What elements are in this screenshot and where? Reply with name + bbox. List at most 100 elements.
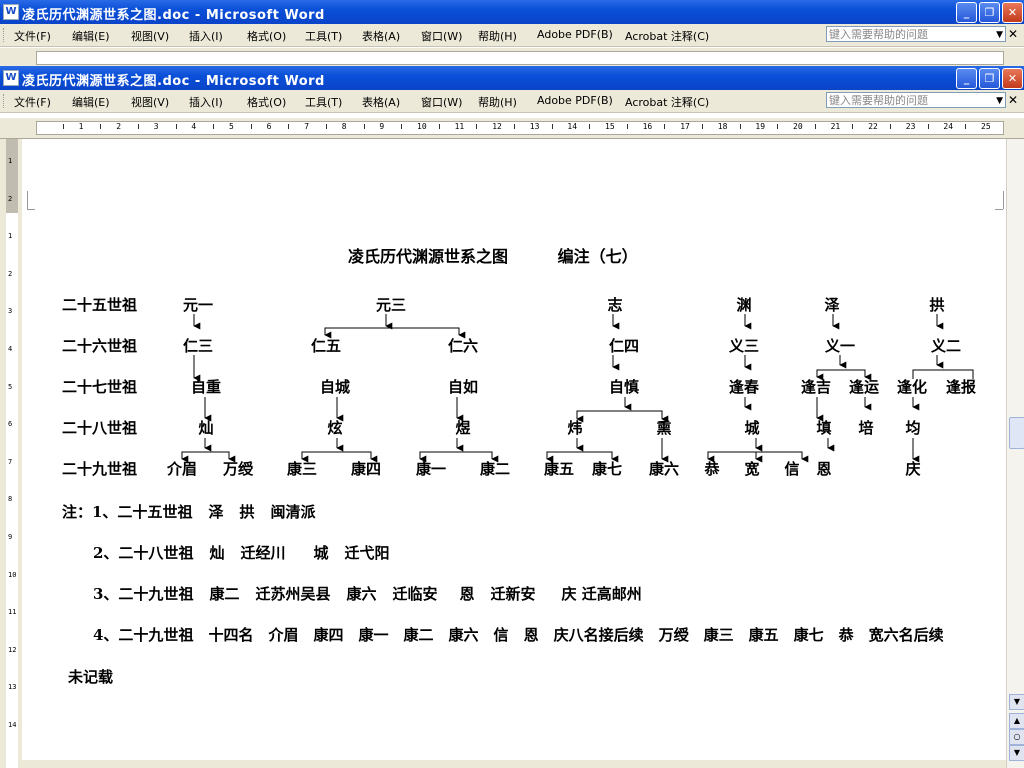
node-yuan: 渊 xyxy=(736,296,751,314)
menu-tools[interactable]: 工具(T) xyxy=(305,28,342,44)
chevron-down-icon[interactable]: ▼ xyxy=(996,93,1003,109)
menu-edit[interactable]: 编辑(E) xyxy=(72,28,110,44)
ruler-strip[interactable] xyxy=(36,51,1004,65)
vertical-ruler[interactable]: 1 2 1 2 3 4 5 6 7 8 9 10 11 12 13 14 xyxy=(0,139,23,768)
ruler-tick xyxy=(100,124,102,129)
close-button[interactable]: ✕ xyxy=(1002,2,1023,23)
node-kangliu: 康六 xyxy=(649,460,679,478)
ruler-number: 7 xyxy=(304,122,310,131)
menu-view[interactable]: 视图(V) xyxy=(131,28,169,44)
window-title: 凌氏历代渊源世系之图.doc - Microsoft Word xyxy=(22,74,325,89)
ruler-tick xyxy=(664,124,666,129)
menu-acrobat-comments[interactable]: Acrobat 注释(C) xyxy=(625,28,709,44)
menu-file[interactable]: 文件(F) xyxy=(14,94,51,110)
vruler-number: 9 xyxy=(8,533,13,541)
menu-edit[interactable]: 编辑(E) xyxy=(72,94,110,110)
menu-format[interactable]: 格式(O) xyxy=(247,28,286,44)
menu-window[interactable]: 窗口(W) xyxy=(421,94,462,110)
previous-page-icon[interactable]: ▲ xyxy=(1009,713,1024,729)
help-placeholder: 键入需要帮助的问题 xyxy=(829,94,928,107)
ruler-number: 3 xyxy=(153,122,159,131)
node-gong: 拱 xyxy=(929,296,944,314)
note-text: 迁经川 xyxy=(240,544,286,562)
node-xun: 熏 xyxy=(656,419,671,437)
node-can: 灿 xyxy=(198,419,213,437)
ruler-number: 18 xyxy=(717,122,728,131)
toolbar-grip[interactable] xyxy=(3,94,7,108)
note-text: 宽六名后续 xyxy=(868,626,944,644)
close-document-icon[interactable]: ✕ xyxy=(1008,27,1018,41)
node-yiyi: 义一 xyxy=(825,337,855,355)
menu-format[interactable]: 格式(O) xyxy=(247,94,286,110)
menu-help[interactable]: 帮助(H) xyxy=(478,28,517,44)
menu-file[interactable]: 文件(F) xyxy=(14,28,51,44)
scroll-down-icon[interactable]: ▼ xyxy=(1009,694,1024,710)
node-fengbao: 逢报 xyxy=(946,378,976,396)
toolbar-grip[interactable] xyxy=(3,28,7,42)
restore-button[interactable]: ❐ xyxy=(979,2,1000,23)
horizontal-ruler[interactable]: 1 2 3 4 5 6 7 8 9 10 11 12 13 14 15 16 17 18 19 20 21 22 23 24 2… xyxy=(0,118,1024,139)
close-document-icon[interactable]: ✕ xyxy=(1008,93,1018,107)
node-yuansan: 元三 xyxy=(376,296,406,314)
menu-insert[interactable]: 插入(I) xyxy=(189,28,223,44)
note-text: 4、二十九世祖 xyxy=(93,626,194,644)
node-renliu: 仁六 xyxy=(448,337,478,355)
chevron-down-icon[interactable]: ▼ xyxy=(996,27,1003,43)
node-ze: 泽 xyxy=(824,296,839,314)
menu-tools[interactable]: 工具(T) xyxy=(305,94,342,110)
word-app-icon[interactable]: W xyxy=(3,70,19,86)
word-app-icon[interactable]: W xyxy=(3,4,19,20)
menu-insert[interactable]: 插入(I) xyxy=(189,94,223,110)
note-3: 3、二十九世祖 康二 迁苏州吴县 康六 迁临安 恩迁新安 庆 迁高邮州 xyxy=(93,583,658,604)
node-tian: 填 xyxy=(816,419,831,437)
ruler-tick xyxy=(288,124,290,129)
ruler-tick xyxy=(589,124,591,129)
scroll-thumb[interactable] xyxy=(1009,417,1024,449)
help-search-input[interactable]: 键入需要帮助的问题 ▼ xyxy=(826,26,1006,42)
note-text: 泽 xyxy=(208,503,224,521)
note-text: 拱 xyxy=(239,503,255,521)
minimize-button[interactable]: _ xyxy=(956,68,977,89)
close-button[interactable]: ✕ xyxy=(1002,68,1023,89)
select-browse-object-icon[interactable]: ○ xyxy=(1009,729,1024,745)
node-xin: 信 xyxy=(784,460,799,478)
ruler-tick xyxy=(476,124,478,129)
ruler-tick xyxy=(175,124,177,129)
node-ziru: 自如 xyxy=(448,378,478,396)
menu-help[interactable]: 帮助(H) xyxy=(478,94,517,110)
menu-window[interactable]: 窗口(W) xyxy=(421,28,462,44)
minimize-button[interactable]: _ xyxy=(956,2,977,23)
menu-table[interactable]: 表格(A) xyxy=(362,94,400,110)
ruler-number: 6 xyxy=(266,122,272,131)
note-2: 2、二十八世祖灿迁经川 城迁弋阳 xyxy=(93,542,406,563)
menu-adobe-pdf[interactable]: Adobe PDF(B) xyxy=(537,28,613,41)
vertical-scrollbar[interactable]: ▼ ▲ ○ ▼ xyxy=(1006,139,1024,768)
menu-adobe-pdf[interactable]: Adobe PDF(B) xyxy=(537,94,613,107)
node-qing: 庆 xyxy=(905,460,920,478)
node-kangyi: 康一 xyxy=(416,460,446,478)
menu-acrobat-comments[interactable]: Acrobat 注释(C) xyxy=(625,94,709,110)
help-search-input[interactable]: 键入需要帮助的问题 ▼ xyxy=(826,92,1006,108)
node-kangqi: 康七 xyxy=(592,460,622,478)
ruler-tick xyxy=(138,124,139,129)
ruler-tick xyxy=(626,124,628,129)
next-page-icon[interactable]: ▼ xyxy=(1009,745,1024,761)
ruler-number: 17 xyxy=(680,122,690,131)
restore-button[interactable]: ❐ xyxy=(979,68,1000,89)
node-xuan: 炫 xyxy=(327,419,342,437)
ruler-tick xyxy=(739,124,741,129)
note-text: 庆八名接后续 xyxy=(553,626,644,644)
outer-menu-bar: 文件(F) 编辑(E) 视图(V) 插入(I) 格式(O) 工具(T) 表格(A… xyxy=(0,24,1024,47)
document-page[interactable]: 凌氏历代渊源世系之图 编注（七） 二十五世祖 二十六世祖 二十七世祖 二十八世祖… xyxy=(22,139,1006,768)
node-fengchun: 逢春 xyxy=(729,378,759,396)
menu-table[interactable]: 表格(A) xyxy=(362,28,400,44)
vruler-number: 11 xyxy=(8,608,17,617)
ruler-tick xyxy=(250,124,252,129)
menu-view[interactable]: 视图(V) xyxy=(131,94,169,110)
lineage-tree: 二十五世祖 二十六世祖 二十七世祖 二十八世祖 二十九世祖 元一 元三 志 渊 … xyxy=(62,296,976,478)
generation-28-label: 二十八世祖 xyxy=(62,419,137,437)
note-text: 注：1、二十五世祖 xyxy=(62,503,193,521)
horizontal-scrollbar[interactable] xyxy=(22,760,1006,768)
note-5: 未记载 xyxy=(68,666,129,687)
vruler-number: 8 xyxy=(8,495,13,504)
